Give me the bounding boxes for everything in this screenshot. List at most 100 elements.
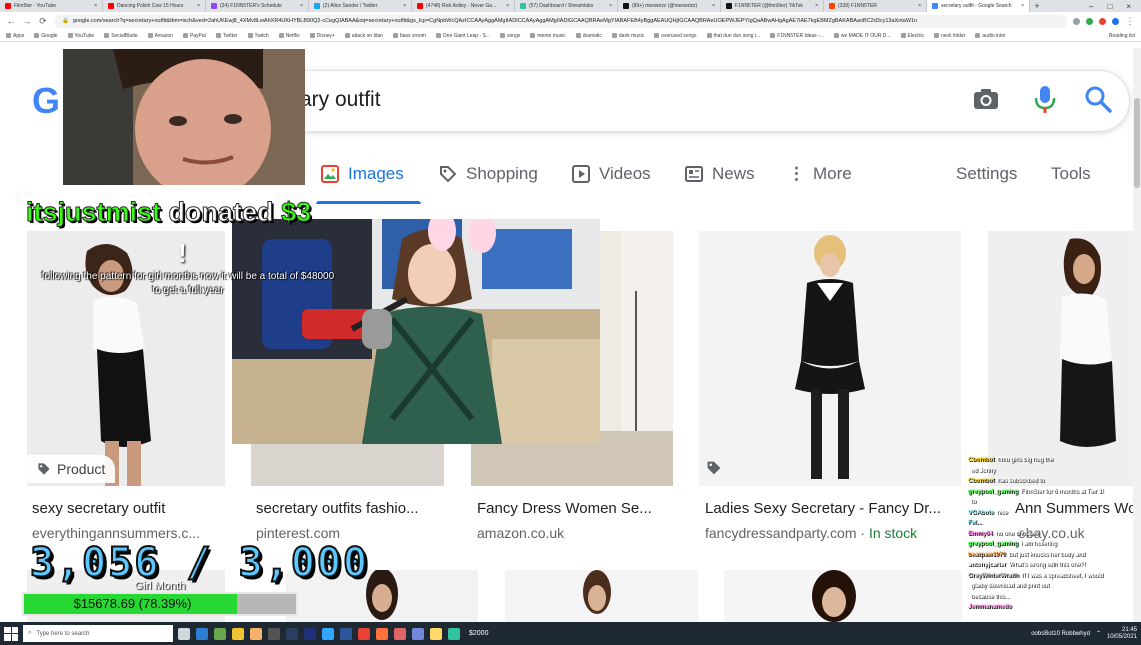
firefox-icon[interactable] [376, 627, 388, 640]
result-image[interactable] [505, 570, 698, 622]
close-icon[interactable]: × [1021, 3, 1024, 9]
minecraft-icon[interactable] [214, 627, 226, 640]
tab-videos[interactable]: Videos [571, 164, 651, 184]
search-query[interactable]: ary outfit [300, 88, 381, 112]
bookmark-item[interactable]: SocialBlade [104, 33, 138, 39]
browser-tab[interactable]: (328) F1NN5TER × [824, 0, 927, 12]
taskbar-search[interactable]: ⌕ Type here to search [23, 625, 173, 642]
chevron-up-icon[interactable]: ⌃ [1096, 630, 1101, 637]
result-source[interactable]: pinterest.com [256, 525, 340, 541]
bookmark-item[interactable]: F1NN5TER Ideas -... [770, 33, 824, 39]
discord-icon[interactable] [412, 627, 424, 640]
minimize-icon[interactable]: – [1089, 2, 1093, 11]
sticky-icon[interactable] [232, 627, 244, 640]
clock[interactable]: 21:45 10/05/2021 [1107, 627, 1137, 641]
search-icon[interactable] [1083, 84, 1113, 114]
address-bar[interactable]: 🔒 google.com/search?q=secretary+outfit&t… [54, 14, 1067, 28]
bookmark-item[interactable]: overused songs [654, 33, 697, 39]
result-title[interactable]: sexy secretary outfit [32, 500, 165, 517]
files-icon[interactable] [430, 627, 442, 640]
vegas-icon[interactable] [304, 627, 316, 640]
bookmark-item[interactable]: YouTube [67, 33, 94, 39]
streamlabs-icon[interactable] [448, 627, 460, 640]
microphone-icon[interactable] [1030, 84, 1060, 114]
bookmark-item[interactable]: dank music [611, 33, 644, 39]
photoshop-icon[interactable] [322, 627, 334, 640]
settings-link[interactable]: Settings [956, 164, 1017, 184]
tools-link[interactable]: Tools [1051, 164, 1091, 184]
close-icon[interactable]: × [94, 3, 97, 9]
chrome-icon[interactable] [358, 627, 370, 640]
bookmark-item[interactable]: One Giant Leap - S... [435, 33, 490, 39]
result-image[interactable] [699, 231, 961, 486]
browser-tab[interactable]: (2) Alice Sander / Twitter × [309, 0, 412, 12]
edge-icon[interactable] [196, 627, 208, 640]
explorer-icon[interactable] [250, 627, 262, 640]
bookmark-item[interactable]: Twitch [247, 33, 269, 39]
obs-icon[interactable] [268, 627, 280, 640]
browser-tab[interactable]: secretary outfit - Google Search × [927, 0, 1030, 12]
tab-news[interactable]: News [684, 164, 755, 184]
close-icon[interactable]: × [815, 3, 818, 9]
close-icon[interactable]: × [197, 3, 200, 9]
browser-tab[interactable]: Dancing Polish Cow 15 Hours × [103, 0, 206, 12]
tab-shopping[interactable]: Shopping [438, 164, 538, 184]
bookmark-item[interactable]: audio inter [975, 33, 1006, 39]
steam-icon[interactable] [286, 627, 298, 640]
close-icon[interactable]: × [918, 3, 921, 9]
new-tab-icon[interactable]: + [1030, 1, 1044, 11]
task-view-icon[interactable] [178, 627, 190, 640]
bookmark-item[interactable]: PayPal [182, 33, 206, 39]
windows-start-icon[interactable] [4, 626, 18, 641]
result-title[interactable]: Ladies Sexy Secretary - Fancy Dr... [705, 500, 941, 517]
result-image[interactable] [988, 231, 1133, 486]
maximize-icon[interactable]: □ [1107, 2, 1112, 11]
bookmark-item[interactable]: neck folder [933, 33, 965, 39]
result-source[interactable]: amazon.co.uk [477, 525, 564, 541]
close-icon[interactable]: × [300, 3, 303, 9]
bookmark-item[interactable]: dramatic [575, 33, 602, 39]
extension-icon[interactable] [1099, 17, 1106, 25]
menu-icon[interactable]: ⋮ [1125, 16, 1135, 27]
tab-more[interactable]: ⋮ More [788, 164, 852, 184]
forward-icon[interactable]: → [22, 16, 32, 26]
close-icon[interactable]: × [609, 3, 612, 9]
browser-tab[interactable]: (24) F1NN5TER's Schedule × [206, 0, 309, 12]
bookmark-item[interactable]: Twitter [215, 33, 238, 39]
bookmark-item[interactable]: Amazon [147, 33, 173, 39]
tab-images[interactable]: Images [320, 164, 404, 184]
bookmark-item[interactable]: attack on titan [344, 33, 383, 39]
bookmark-item[interactable]: Disney+ [309, 33, 335, 39]
bookmark-item[interactable]: bass vroom [392, 33, 426, 39]
result-title[interactable]: secretary outfits fashio... [256, 500, 419, 517]
extension-icon[interactable] [1086, 17, 1093, 25]
word-icon[interactable] [340, 627, 352, 640]
browser-tab[interactable]: F1NN5TER (@finn5ter) TikTok × [721, 0, 824, 12]
browser-tab[interactable]: (89+) meowrizz (@meowrizz) × [618, 0, 721, 12]
result-source[interactable]: fancydressandparty.com · In stock [705, 525, 917, 541]
close-icon[interactable]: × [403, 3, 406, 9]
bookmark-item[interactable]: Apps [6, 33, 24, 39]
browser-tab[interactable]: (4748) Rick Astley - Never Go... × [412, 0, 515, 12]
result-source[interactable]: everythingannsummers.c... [32, 525, 200, 541]
browser-tab[interactable]: Film5ter - YouTube × [0, 0, 103, 12]
scrollbar-thumb[interactable] [1134, 98, 1140, 188]
bookmark-item[interactable]: that dun dun song i... [706, 33, 760, 39]
close-icon[interactable]: × [712, 3, 715, 9]
bookmark-item[interactable]: songs [500, 33, 520, 39]
profile-avatar[interactable] [1112, 17, 1119, 25]
back-icon[interactable]: ← [6, 16, 16, 26]
bookmark-item[interactable]: Google [34, 33, 58, 39]
google-logo[interactable]: G [32, 80, 60, 122]
reading-list[interactable]: Reading list [1109, 33, 1135, 39]
extension-icon[interactable] [1073, 17, 1080, 25]
paint-icon[interactable] [394, 627, 406, 640]
bookmark-item[interactable]: Electric [900, 33, 924, 39]
close-window-icon[interactable]: × [1126, 2, 1131, 11]
result-title[interactable]: Fancy Dress Women Se... [477, 500, 652, 517]
bookmark-item[interactable]: we MADE IT OUR D... [833, 33, 891, 39]
browser-tab[interactable]: (57) Dashboard / Streamlabs × [515, 0, 618, 12]
camera-icon[interactable] [971, 84, 1001, 114]
bookmark-item[interactable]: Netflix [278, 33, 300, 39]
result-image[interactable] [724, 570, 962, 622]
